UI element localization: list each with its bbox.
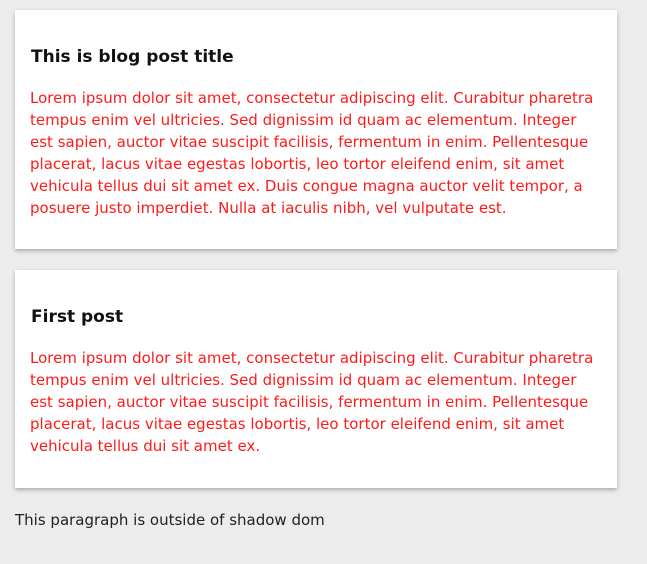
blog-post-card: First post Lorem ipsum dolor sit amet, c… [15, 270, 617, 488]
post-title: This is blog post title [31, 47, 234, 67]
post-body: Lorem ipsum dolor sit amet, consectetur … [30, 349, 594, 455]
outside-paragraph: This paragraph is outside of shadow dom [15, 511, 325, 529]
post-title: First post [31, 307, 124, 327]
post-body: Lorem ipsum dolor sit amet, consectetur … [30, 89, 594, 217]
blog-post-card: This is blog post title Lorem ipsum dolo… [15, 10, 617, 249]
